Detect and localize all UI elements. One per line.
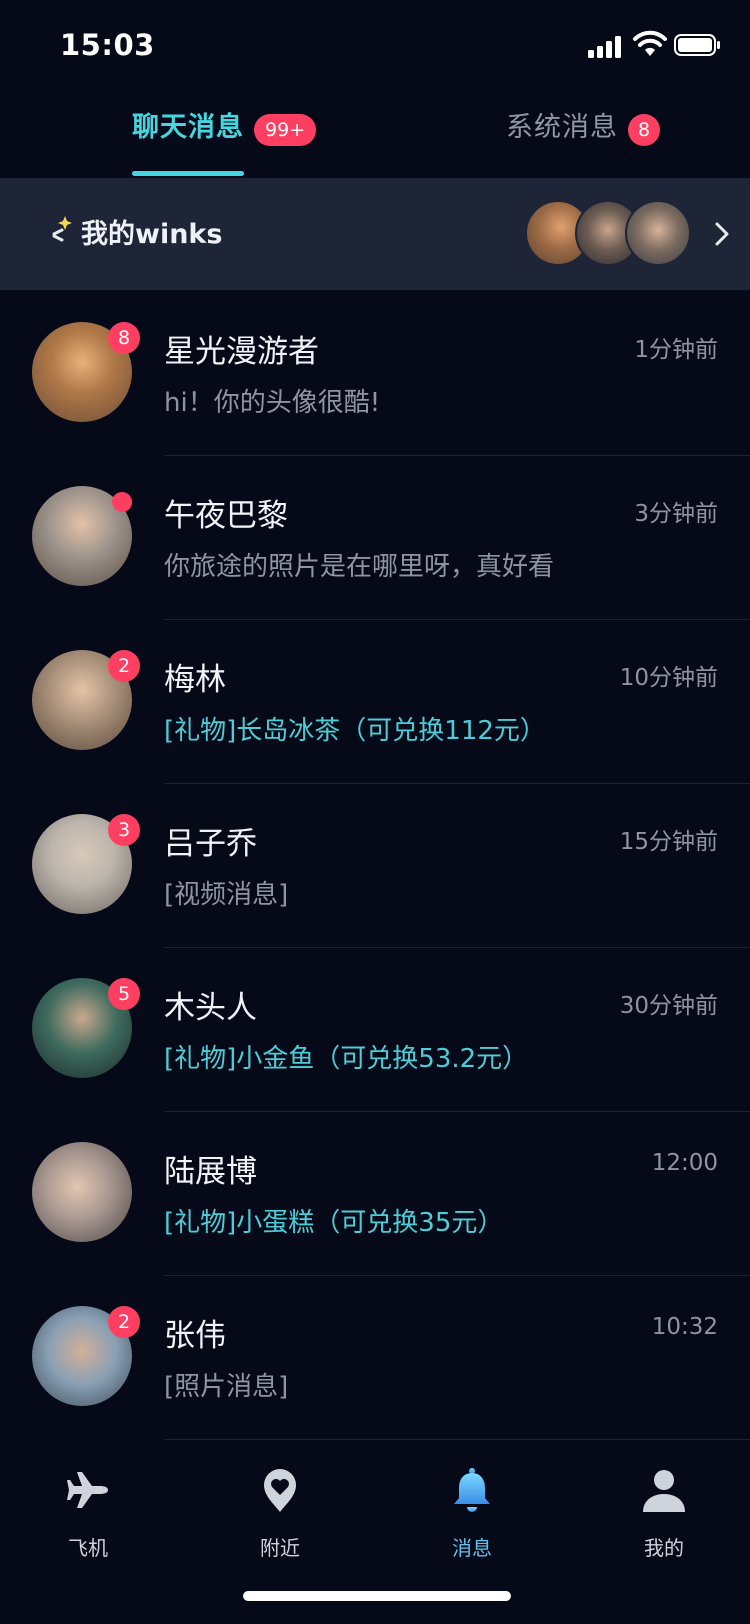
winks-label: 我的winks <box>81 219 223 250</box>
nav-label-messages: 消息 <box>452 1536 492 1560</box>
active-tab-indicator <box>132 171 244 176</box>
unread-badge: 5 <box>108 978 140 1010</box>
status-time: 15:03 <box>60 28 155 62</box>
contact-name: 张伟 <box>164 1318 226 1354</box>
location-heart-icon <box>264 1469 296 1512</box>
contact-name: 吕子乔 <box>164 826 257 862</box>
battery-icon <box>674 34 720 56</box>
unread-badge: 2 <box>108 650 140 682</box>
system-unread-badge: 8 <box>628 114 660 146</box>
winks-avatar <box>625 200 691 266</box>
nav-label-airplane: 飞机 <box>68 1536 108 1560</box>
airplane-icon <box>67 1472 108 1508</box>
conversation-row[interactable]: 3 吕子乔 15分钟前 [视频消息] <box>0 784 750 948</box>
unread-badge: 2 <box>108 1306 140 1338</box>
message-time: 30分钟前 <box>619 993 718 1019</box>
message-tabs: 聊天消息 99+ 系统消息 8 <box>0 105 750 177</box>
contact-name: 午夜巴黎 <box>164 498 288 534</box>
conversation-row[interactable]: 2 梅林 10分钟前 [礼物]长岛冰茶（可兑换112元） <box>0 620 750 784</box>
conversation-row[interactable]: 2 张伟 10:32 [照片消息] <box>0 1276 750 1440</box>
chat-unread-badge: 99+ <box>254 114 317 146</box>
message-preview: hi！你的头像很酷! <box>164 388 381 418</box>
winks-avatar-stack <box>525 200 695 266</box>
contact-name: 木头人 <box>164 990 257 1026</box>
contact-name: 星光漫游者 <box>164 334 319 370</box>
contact-name: 陆展博 <box>164 1154 257 1190</box>
unread-badge: 8 <box>108 322 140 354</box>
unread-badge: 3 <box>108 814 140 846</box>
gift-message-preview: [礼物]小蛋糕（可兑换35元） <box>164 1208 504 1238</box>
bell-icon <box>454 1468 490 1512</box>
nav-item-airplane[interactable]: 飞机 <box>28 1466 148 1566</box>
winks-icon <box>34 216 72 244</box>
message-preview: 你旅途的照片是在哪里呀，真好看 <box>164 552 555 582</box>
chevron-right-icon[interactable] <box>708 218 736 250</box>
tab-system-label: 系统消息 <box>506 112 618 143</box>
avatar <box>32 1142 132 1242</box>
conversation-row[interactable]: 午夜巴黎 3分钟前 你旅途的照片是在哪里呀，真好看 <box>0 456 750 620</box>
message-time: 10分钟前 <box>619 665 718 691</box>
nav-label-me: 我的 <box>644 1536 684 1560</box>
nav-item-messages[interactable]: 消息 <box>412 1466 532 1566</box>
message-preview: [视频消息] <box>164 880 289 910</box>
wifi-icon <box>633 30 667 56</box>
message-time: 15分钟前 <box>619 829 718 855</box>
tab-chat-messages[interactable]: 聊天消息 99+ <box>132 105 317 177</box>
nav-item-nearby[interactable]: 附近 <box>220 1466 340 1566</box>
message-time: 1分钟前 <box>634 337 718 363</box>
message-time: 3分钟前 <box>634 501 718 527</box>
person-icon <box>643 1470 685 1512</box>
gift-message-preview: [礼物]长岛冰茶（可兑换112元） <box>164 716 546 746</box>
tab-chat-label: 聊天消息 <box>132 112 244 143</box>
nav-label-nearby: 附近 <box>260 1536 300 1560</box>
message-preview: [照片消息] <box>164 1372 289 1402</box>
contact-name: 梅林 <box>164 662 226 698</box>
winks-banner[interactable]: 我的winks <box>0 178 750 290</box>
conversation-row[interactable]: 陆展博 12:00 [礼物]小蛋糕（可兑换35元） <box>0 1112 750 1276</box>
unread-dot <box>112 492 132 512</box>
nav-item-me[interactable]: 我的 <box>604 1466 724 1566</box>
cellular-signal-icon <box>588 34 624 58</box>
gift-message-preview: [礼物]小金鱼（可兑换53.2元） <box>164 1044 529 1074</box>
conversation-row[interactable]: 8 星光漫游者 1分钟前 hi！你的头像很酷! <box>0 292 750 456</box>
message-time: 10:32 <box>651 1314 718 1340</box>
status-bar: 15:03 <box>0 0 750 100</box>
tab-system-messages[interactable]: 系统消息 8 <box>506 105 660 177</box>
message-time: 12:00 <box>651 1150 718 1176</box>
conversation-row[interactable]: 5 木头人 30分钟前 [礼物]小金鱼（可兑换53.2元） <box>0 948 750 1112</box>
home-indicator[interactable] <box>243 1591 511 1601</box>
